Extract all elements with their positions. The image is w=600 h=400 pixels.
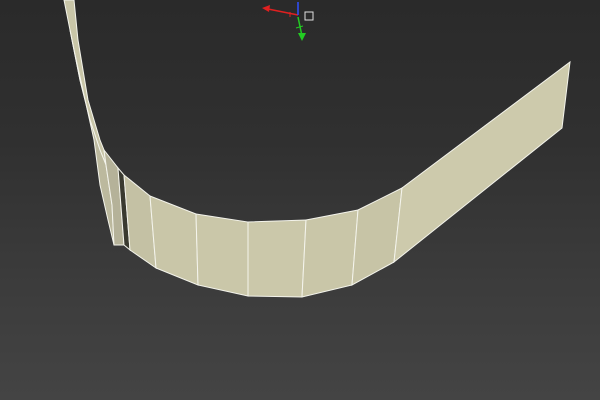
gizmo-x-arrow-icon <box>262 5 270 12</box>
viewport-scene[interactable] <box>0 0 600 400</box>
mesh-face-8[interactable] <box>351 187 403 286</box>
mesh-face-3[interactable] <box>123 173 157 270</box>
mesh-face-9-long[interactable] <box>393 60 571 264</box>
mesh-face-7[interactable] <box>301 209 359 298</box>
mesh-face-left-strip[interactable] <box>69 29 115 246</box>
3d-viewport[interactable] <box>0 0 600 400</box>
mesh-face-5[interactable] <box>195 213 249 297</box>
mesh-face-tall-left[interactable] <box>63 0 107 166</box>
transform-gizmo-icon[interactable] <box>262 2 314 41</box>
curved-plane-mesh[interactable] <box>63 0 571 298</box>
gizmo-pivot-box[interactable] <box>304 11 314 21</box>
mesh-face-4[interactable] <box>149 195 199 286</box>
gizmo-y-arrow-icon <box>298 33 306 41</box>
gizmo-x-axis[interactable] <box>267 8 299 16</box>
mesh-face-6[interactable] <box>247 219 307 298</box>
